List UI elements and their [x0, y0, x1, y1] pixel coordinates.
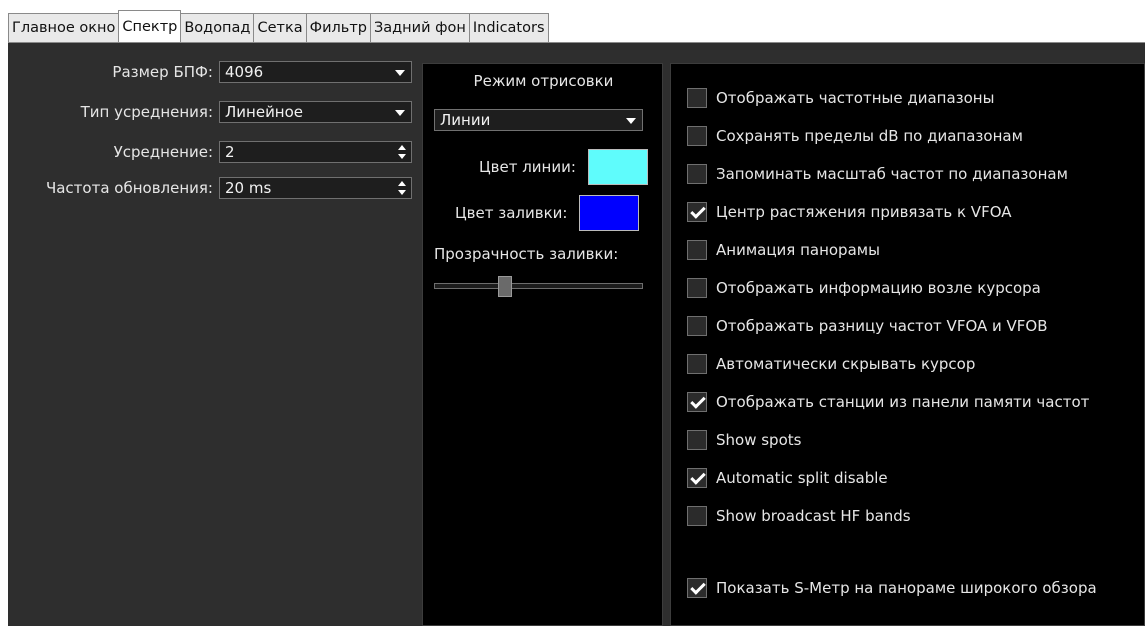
averaging-label: Усреднение:: [113, 143, 213, 161]
tab-grid[interactable]: Сетка: [253, 13, 307, 42]
refresh-rate-value: 20 ms: [225, 179, 272, 197]
fill-opacity-label: Прозрачность заливки:: [434, 245, 619, 263]
checkbox-unchecked[interactable]: [687, 316, 707, 336]
line-color-label: Цвет линии:: [479, 158, 576, 176]
line-color-swatch[interactable]: [587, 149, 648, 185]
tabs: Главное окно Спектр Водопад Сетка Фильтр…: [8, 10, 549, 42]
tab-bar: Главное окно Спектр Водопад Сетка Фильтр…: [0, 0, 1145, 44]
spin-up-icon[interactable]: [398, 145, 406, 150]
fft-size-value: 4096: [225, 63, 264, 81]
fill-color-label: Цвет заливки:: [455, 204, 568, 222]
averaging-type-row: Тип усреднения: Линейное: [8, 100, 422, 124]
render-mode-value: Линии: [440, 111, 491, 129]
option-label: Анимация панорамы: [716, 241, 880, 259]
fill-opacity-row: Прозрачность заливки:: [434, 245, 618, 263]
spin-down-icon[interactable]: [398, 154, 406, 159]
checkbox-unchecked[interactable]: [687, 88, 707, 108]
option-row[interactable]: Отображать информацию возле курсора: [687, 277, 1041, 299]
tab-background[interactable]: Задний фон: [369, 13, 470, 42]
option-label: Автоматически скрывать курсор: [716, 355, 976, 373]
fft-size-select[interactable]: 4096: [219, 61, 412, 83]
checkbox-unchecked[interactable]: [687, 354, 707, 374]
chevron-down-icon: [395, 70, 405, 76]
option-row[interactable]: Запоминать масштаб частот по диапазонам: [687, 163, 1068, 185]
refresh-rate-label: Частота обновления:: [45, 179, 213, 197]
display-options-panel: Отображать частотные диапазоны Сохранять …: [670, 63, 1145, 626]
option-row[interactable]: Automatic split disable: [687, 467, 888, 489]
refresh-rate-spinbox[interactable]: 20 ms: [219, 177, 412, 199]
tab-waterfall[interactable]: Водопад: [180, 13, 255, 42]
checkbox-unchecked[interactable]: [687, 430, 707, 450]
option-label: Show broadcast HF bands: [716, 507, 911, 525]
line-color-row: Цвет линии:: [479, 149, 648, 185]
option-label: Центр растяжения привязать к VFOA: [716, 203, 1012, 221]
refresh-rate-row: Частота обновления: 20 ms: [8, 176, 422, 200]
option-row[interactable]: Отображать станции из панели памяти част…: [687, 391, 1089, 413]
option-row[interactable]: Автоматически скрывать курсор: [687, 353, 975, 375]
averaging-type-select[interactable]: Линейное: [219, 101, 412, 123]
fft-size-label: Размер БПФ:: [112, 63, 213, 81]
render-mode-panel: Режим отрисовки Линии Цвет линии: Цвет з…: [422, 63, 663, 626]
spin-up-icon[interactable]: [398, 181, 406, 186]
spectrum-settings-page: Размер БПФ: 4096 Тип усреднения: Линейно…: [8, 42, 1145, 626]
option-row[interactable]: Show broadcast HF bands: [687, 505, 911, 527]
option-label: Показать S-Метр на панораме широкого обз…: [716, 579, 1097, 597]
tab-main-window[interactable]: Главное окно: [8, 13, 120, 42]
checkbox-checked[interactable]: [687, 202, 707, 222]
fill-opacity-slider-handle[interactable]: [498, 276, 513, 297]
averaging-type-label: Тип усреднения:: [80, 103, 213, 121]
averaging-row: Усреднение: 2: [8, 140, 422, 164]
checkbox-checked[interactable]: [687, 578, 707, 598]
fft-settings-panel: Размер БПФ: 4096 Тип усреднения: Линейно…: [8, 43, 422, 626]
option-row[interactable]: Сохранять пределы dB по диапазонам: [687, 125, 1023, 147]
option-row[interactable]: Центр растяжения привязать к VFOA: [687, 201, 1012, 223]
fft-size-row: Размер БПФ: 4096: [8, 60, 422, 84]
option-row[interactable]: Отображать частотные диапазоны: [687, 87, 994, 109]
checkbox-checked[interactable]: [687, 468, 707, 488]
render-mode-title: Режим отрисовки: [473, 72, 614, 90]
fill-color-row: Цвет заливки:: [455, 195, 640, 231]
option-label: Отображать станции из панели памяти част…: [716, 393, 1090, 411]
checkbox-unchecked[interactable]: [687, 164, 707, 184]
chevron-down-icon: [395, 110, 405, 116]
fill-opacity-slider[interactable]: [434, 283, 643, 289]
option-row[interactable]: Show spots: [687, 429, 801, 451]
option-label: Отображать информацию возле курсора: [716, 279, 1041, 297]
render-mode-select[interactable]: Линии: [434, 109, 643, 131]
option-label: Automatic split disable: [716, 469, 888, 487]
checkbox-checked[interactable]: [687, 392, 707, 412]
checkbox-unchecked[interactable]: [687, 126, 707, 146]
option-label: Запоминать масштаб частот по диапазонам: [716, 165, 1068, 183]
option-label: Show spots: [716, 431, 802, 449]
checkbox-unchecked[interactable]: [687, 506, 707, 526]
fill-color-swatch[interactable]: [579, 195, 640, 231]
option-row[interactable]: Отображать разницу частот VFOA и VFOB: [687, 315, 1048, 337]
tab-filter[interactable]: Фильтр: [305, 13, 371, 42]
option-label: Отображать разницу частот VFOA и VFOB: [716, 317, 1048, 335]
option-row[interactable]: Анимация панорамы: [687, 239, 880, 261]
option-row[interactable]: Показать S-Метр на панораме широкого обз…: [687, 577, 1097, 599]
option-label: Отображать частотные диапазоны: [716, 89, 995, 107]
spin-down-icon[interactable]: [398, 190, 406, 195]
averaging-type-value: Линейное: [225, 103, 304, 121]
checkbox-unchecked[interactable]: [687, 240, 707, 260]
option-label: Сохранять пределы dB по диапазонам: [716, 127, 1023, 145]
averaging-spinbox[interactable]: 2: [219, 141, 412, 163]
averaging-value: 2: [225, 143, 235, 161]
tab-spectrum[interactable]: Спектр: [118, 10, 182, 42]
tab-indicators[interactable]: Indicators: [468, 13, 549, 42]
checkbox-unchecked[interactable]: [687, 278, 707, 298]
chevron-down-icon: [626, 118, 636, 124]
